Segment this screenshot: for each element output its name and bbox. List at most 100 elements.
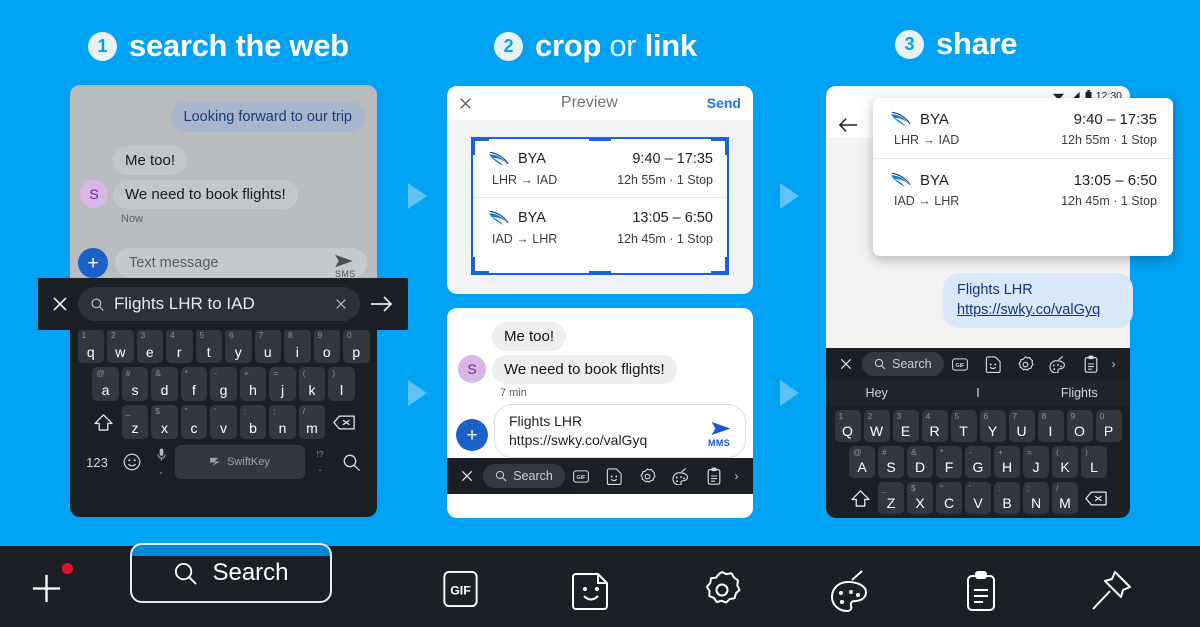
more-icon[interactable]: › (1107, 352, 1120, 376)
key-Z[interactable]: _ Z (878, 482, 904, 514)
sticker-icon[interactable] (598, 464, 631, 488)
key-O[interactable]: 9O (1066, 410, 1093, 442)
keyboard-row-3[interactable]: _ Z $ X " C ' V: B; N / M (826, 482, 1130, 514)
gif-icon[interactable]: GIF (565, 464, 598, 488)
key-z[interactable]: _ z (121, 405, 149, 439)
key-G[interactable]: -G (965, 446, 991, 478)
key-W[interactable]: 2W (863, 410, 890, 442)
key-b[interactable]: :b (239, 405, 267, 439)
crop-handle-tr2[interactable] (725, 137, 729, 155)
crop-handle-br2[interactable] (725, 257, 729, 275)
gear-icon[interactable] (631, 464, 664, 488)
key-A[interactable]: @ A (849, 446, 875, 478)
space-key[interactable]: SwiftKey (175, 445, 305, 479)
crop-handle-tl2[interactable] (471, 137, 475, 155)
text-message-input[interactable]: Text message (115, 248, 367, 278)
flight-row[interactable]: BYA 9:40 – 17:35 LHR → IAD 12h 55m · 1 Stop (873, 98, 1173, 158)
key-I[interactable]: 8I (1037, 410, 1064, 442)
keyboard-toolbar[interactable]: Search GIF › (447, 458, 753, 494)
clear-icon[interactable] (334, 297, 348, 311)
key-v[interactable]: ' v (210, 405, 237, 439)
key-U[interactable]: 7U (1008, 410, 1035, 442)
key-j[interactable]: = j (269, 367, 296, 401)
sent-line-2[interactable]: https://swky.co/valGyq (957, 300, 1119, 320)
attach-button[interactable]: + (456, 419, 488, 451)
send-button[interactable]: Send (707, 95, 741, 111)
key-q[interactable]: 1q (77, 329, 104, 363)
close-icon[interactable] (459, 97, 472, 110)
gif-icon[interactable]: GIF (944, 352, 977, 376)
key-E[interactable]: 3E (892, 410, 919, 442)
key-D[interactable]: & D (907, 446, 933, 478)
key-K[interactable]: (K (1052, 446, 1078, 478)
flight-row[interactable]: BYA 9:40 – 17:35 LHR → IAD 12h 55m · 1 Stop (473, 139, 727, 197)
key-f[interactable]: * f (180, 367, 208, 401)
emoji-key[interactable] (117, 447, 147, 477)
gif-icon[interactable]: GIF (443, 570, 478, 608)
key-P[interactable]: 0P (1095, 410, 1122, 442)
key-i[interactable]: 8i (284, 329, 311, 363)
clipboard-icon[interactable] (1075, 352, 1108, 376)
flight-row[interactable]: BYA 13:05 – 6:50 IAD → LHR 12h 45m · 1 Stop (473, 197, 727, 256)
key-s[interactable]: # s (121, 367, 149, 401)
backspace-key[interactable] (328, 405, 359, 439)
search-overlay-bar[interactable]: Flights LHR to IAD (38, 278, 408, 330)
sticker-icon[interactable] (572, 570, 610, 610)
search-key[interactable] (335, 447, 367, 477)
plus-icon[interactable] (30, 572, 63, 605)
key-X[interactable]: $ X (907, 482, 933, 514)
prediction-0[interactable]: Hey (826, 386, 927, 400)
sent-link-bubble[interactable]: Flights LHR https://swky.co/valGyq (943, 273, 1133, 328)
key-S[interactable]: # S (878, 446, 904, 478)
close-icon[interactable] (52, 296, 68, 312)
pin-icon[interactable] (1090, 570, 1132, 612)
numeric-key[interactable]: 123 (80, 447, 114, 477)
key-y[interactable]: 6y (225, 329, 252, 363)
key-V[interactable]: ' V (965, 482, 991, 514)
crop-handle-bl2[interactable] (471, 257, 475, 275)
crop-handle-tm[interactable] (589, 137, 611, 141)
key-N[interactable]: ; N (1023, 482, 1049, 514)
crop-handle-bm[interactable] (589, 271, 611, 275)
prediction-1[interactable]: I (927, 386, 1028, 400)
send-icon[interactable] (709, 420, 733, 437)
close-icon[interactable] (836, 353, 856, 375)
key-Q[interactable]: 1Q (834, 410, 861, 442)
gear-icon[interactable] (702, 570, 742, 610)
backspace-key[interactable] (1081, 482, 1111, 514)
more-icon[interactable]: › (730, 464, 743, 488)
key-F[interactable]: * F (936, 446, 962, 478)
shift-key[interactable] (88, 405, 119, 439)
key-n[interactable]: ; n (269, 405, 296, 439)
back-arrow-icon[interactable] (838, 117, 858, 133)
keyboard-row-3[interactable]: _ z $ x " c ' v: b; n / m (70, 405, 377, 439)
key-c[interactable]: " c (180, 405, 208, 439)
search-button[interactable]: Search (130, 543, 332, 603)
key-u[interactable]: 7u (254, 329, 281, 363)
keyboard-row-1[interactable]: 1q2w3e4r5t6y7u8i9o0p (70, 329, 377, 363)
toolbar-search-button[interactable]: Search (483, 464, 565, 488)
key-g[interactable]: -g (210, 367, 237, 401)
key-a[interactable]: @ a (92, 367, 119, 401)
key-e[interactable]: 3e (136, 329, 163, 363)
prediction-bar[interactable]: Hey I Flights (826, 380, 1130, 406)
key-w[interactable]: 2w (107, 329, 134, 363)
shared-flight-card[interactable]: BYA 9:40 – 17:35 LHR → IAD 12h 55m · 1 Stop… (873, 98, 1173, 256)
palette-icon[interactable] (830, 570, 872, 612)
key-L[interactable]: ) L (1081, 446, 1107, 478)
attach-button[interactable]: + (78, 248, 108, 278)
keyboard-row-1[interactable]: 1Q2W3E4R5T6Y7U8I9O0P (826, 410, 1130, 442)
key-Y[interactable]: 6Y (979, 410, 1006, 442)
crop-selection[interactable]: BYA 9:40 – 17:35 LHR → IAD 12h 55m · 1 Stop… (471, 137, 729, 275)
key-T[interactable]: 5T (950, 410, 977, 442)
key-k[interactable]: (k (298, 367, 326, 401)
close-icon[interactable] (457, 465, 477, 487)
clipboard-icon[interactable] (965, 570, 997, 612)
key-x[interactable]: $ x (151, 405, 178, 439)
key-o[interactable]: 9o (313, 329, 340, 363)
key-J[interactable]: = J (1023, 446, 1049, 478)
key-H[interactable]: + H (994, 446, 1020, 478)
key-M[interactable]: / M (1052, 482, 1078, 514)
clipboard-icon[interactable] (697, 464, 730, 488)
key-C[interactable]: " C (936, 482, 962, 514)
